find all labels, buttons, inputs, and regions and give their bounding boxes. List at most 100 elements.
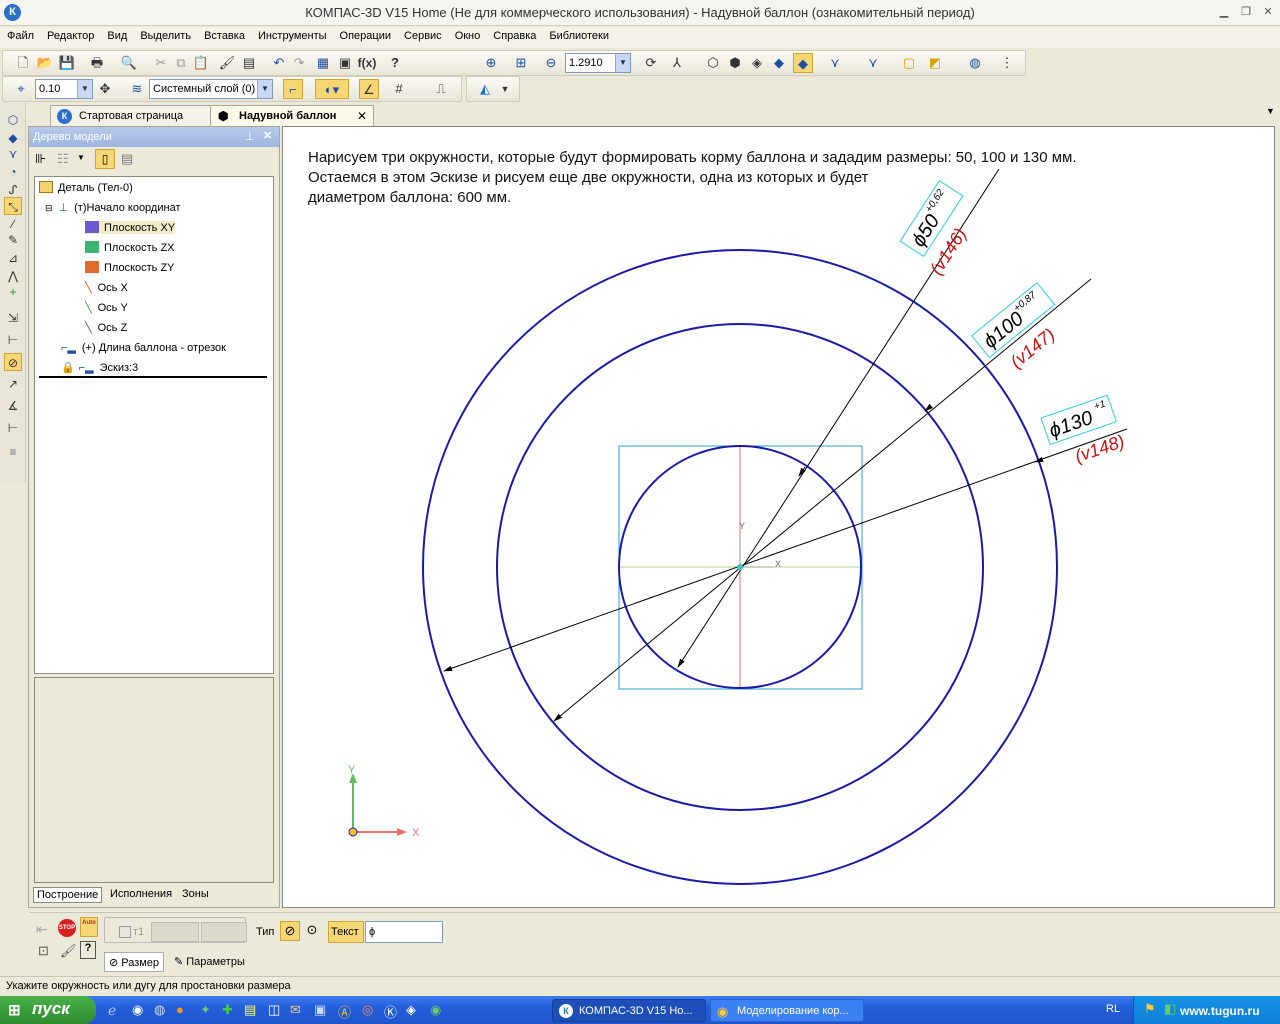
t1-y-field[interactable] <box>201 922 247 942</box>
stop-icon[interactable]: STOP <box>58 919 76 937</box>
round-icon[interactable]: ⎍ <box>431 79 451 99</box>
quick-launch-6-icon[interactable]: ▣ <box>314 1002 326 1018</box>
hidden-lines-icon[interactable]: ⬢ <box>725 53 745 73</box>
tab-construction[interactable]: Построение <box>33 887 103 903</box>
auto-icon[interactable]: Auto <box>80 917 98 937</box>
menu-select[interactable]: Выделить <box>133 27 197 42</box>
more-tools-icon[interactable]: ≡ <box>4 443 22 461</box>
redo-icon[interactable]: ↷ <box>289 53 309 73</box>
measure-icon[interactable]: ◍ <box>965 53 985 73</box>
wireframe-icon[interactable]: ⬡ <box>703 53 723 73</box>
zoom-in-icon[interactable]: ⊕ <box>481 53 501 73</box>
cut-icon[interactable]: ✂ <box>151 53 171 73</box>
close-icon[interactable]: ✕ <box>1260 5 1276 19</box>
menu-insert[interactable]: Вставка <box>197 27 251 42</box>
edit-icon[interactable]: ✎ <box>4 231 22 249</box>
angle-dim-icon[interactable]: ∡ <box>4 397 22 415</box>
menu-operations[interactable]: Операции <box>333 27 397 42</box>
step-combo[interactable]: 0.10 ▼ <box>35 79 93 99</box>
tree-node-part[interactable]: Деталь (Тел-0) <box>39 181 133 194</box>
undo-icon[interactable]: ↶ <box>269 53 289 73</box>
zoom-window-icon[interactable]: ⊞ <box>511 53 531 73</box>
tray-flag-icon[interactable]: ⚑ <box>1144 1001 1156 1017</box>
ortho-icon[interactable]: ∠ <box>359 79 379 99</box>
minimize-icon[interactable]: ▁ <box>1216 5 1232 19</box>
tree-node-axis-x[interactable]: ╲ Ось X <box>85 281 128 294</box>
text-field[interactable]: ϕ <box>365 921 443 943</box>
media-icon[interactable]: ◉ <box>132 1002 143 1018</box>
notepad-icon[interactable]: ▤ <box>244 1002 256 1018</box>
tree-parts-icon[interactable]: ▤ <box>121 151 133 167</box>
menu-file[interactable]: Файл <box>0 27 40 42</box>
tab-parameters[interactable]: ✎ Параметры <box>170 952 250 972</box>
quick-launch-8-icon[interactable]: ◎ <box>362 1002 373 1018</box>
radius-type-icon[interactable]: ⊙ <box>302 921 322 941</box>
manager-icon[interactable]: ▦ <box>313 53 333 73</box>
new-file-icon[interactable]: 🗋 <box>13 53 33 73</box>
constraint-icon[interactable]: + <box>4 283 22 301</box>
radius-dim-icon[interactable]: ↗ <box>4 375 22 393</box>
drawing-canvas[interactable]: Нарисуем три окружности, которые будут ф… <box>282 126 1275 908</box>
save-icon[interactable]: 💾 <box>57 53 77 73</box>
tab-start-page[interactable]: К Стартовая страница <box>50 105 220 126</box>
back-arrow-icon[interactable]: ⇤ <box>36 921 48 938</box>
parametric-mode-icon[interactable]: ◐▾ <box>315 79 349 99</box>
brush-icon[interactable]: 🖌 <box>60 943 77 959</box>
tree-node-plane-zy[interactable]: Плоскость ZY <box>85 261 175 274</box>
tree-node-origin[interactable]: ⊟ ⊥ (т)Начало координат <box>45 201 180 214</box>
sketch-mode-icon[interactable]: ⌐ <box>283 79 303 99</box>
tree-node-axis-y[interactable]: ╲ Ось Y <box>85 301 128 314</box>
tree-structure-icon[interactable]: ⊪ <box>35 151 46 167</box>
layer-combo[interactable]: Системный слой (0) ▼ <box>149 79 273 99</box>
t1-x-field[interactable] <box>151 922 199 942</box>
tray-network-icon[interactable]: ◧ <box>1164 1001 1176 1017</box>
rotate-icon[interactable]: ⟳ <box>641 53 661 73</box>
restore-icon[interactable]: ❐ <box>1238 5 1254 19</box>
quick-launch-7-icon[interactable]: Ⓐ <box>338 1002 351 1021</box>
tab-versions[interactable]: Исполнения <box>107 887 175 901</box>
zoom-combo[interactable]: 1.2910 ▼ <box>565 53 631 73</box>
quick-launch-9-icon[interactable]: ◈ <box>406 1002 416 1018</box>
print-icon[interactable]: 🖶 <box>87 53 107 73</box>
tree-node-balloon-length[interactable]: ⌐▂ (+) Длина баллона - отрезок <box>61 341 226 354</box>
dim-label-d50[interactable]: ϕ50 +0,62 (v146) <box>896 180 987 279</box>
collapse-icon[interactable]: ⊟ <box>45 203 53 213</box>
library-icon[interactable]: ▣ <box>335 53 355 73</box>
chevron-down-icon[interactable]: ▼ <box>1266 106 1275 116</box>
toolbar-overflow-icon[interactable]: ⋮ <box>997 53 1017 73</box>
kompas-quick-icon[interactable]: Ⓚ <box>384 1002 397 1021</box>
print-preview-icon[interactable]: 🔍 <box>119 53 139 73</box>
close-icon[interactable]: ✕ <box>357 109 367 123</box>
chamfer-dim-icon[interactable]: ⊢ <box>4 419 22 437</box>
select-filter-icon[interactable]: ⋎ <box>863 53 883 73</box>
copy-icon[interactable]: ⧉ <box>171 53 191 73</box>
menu-edit[interactable]: Редактор <box>40 27 100 42</box>
tree-node-plane-xy[interactable]: Плоскость XY <box>85 221 176 234</box>
section-icon[interactable]: ◩ <box>925 53 945 73</box>
quick-launch-3-icon[interactable]: ✚ <box>222 1002 233 1018</box>
t1-checkbox[interactable] <box>119 926 131 938</box>
tab-inflatable-balloon[interactable]: ⬢ Надувной баллон ✕ <box>210 105 374 126</box>
dim-label-d100[interactable]: ϕ100 +0,87 (v147) <box>970 282 1074 381</box>
shaded-edges-icon[interactable]: ◆ <box>793 53 813 73</box>
format-brush-icon[interactable]: 🖌 <box>217 53 237 73</box>
chevron-down-icon[interactable]: ▼ <box>615 54 630 72</box>
ie-icon[interactable]: ℯ <box>108 1002 116 1019</box>
tab-zones[interactable]: Зоны <box>179 887 212 901</box>
geometry-icon[interactable]: ⤡ <box>4 197 22 215</box>
text-label[interactable]: Текст <box>328 921 364 943</box>
zoom-out-icon[interactable]: ⊖ <box>541 53 561 73</box>
task-kompas[interactable]: К КОМПАС-3D V15 Ho... <box>552 999 706 1022</box>
quick-launch-4-icon[interactable]: ◫ <box>268 1002 280 1018</box>
quick-launch-2-icon[interactable]: ✦ <box>200 1002 211 1018</box>
firefox-icon[interactable]: ● <box>176 1002 184 1017</box>
language-indicator[interactable]: RL <box>1106 1003 1120 1015</box>
menu-tools[interactable]: Инструменты <box>251 27 333 42</box>
tree-view-icon[interactable]: ▯ <box>95 149 115 169</box>
help-icon[interactable]: ? <box>80 941 96 959</box>
grid-icon[interactable]: # <box>389 79 409 99</box>
halftone-icon[interactable]: ◈ <box>747 53 767 73</box>
properties-icon[interactable]: ▤ <box>239 53 259 73</box>
task-browser[interactable]: ◉ Моделирование кор... <box>710 999 864 1022</box>
surface-icon[interactable]: ◔ <box>4 163 22 181</box>
